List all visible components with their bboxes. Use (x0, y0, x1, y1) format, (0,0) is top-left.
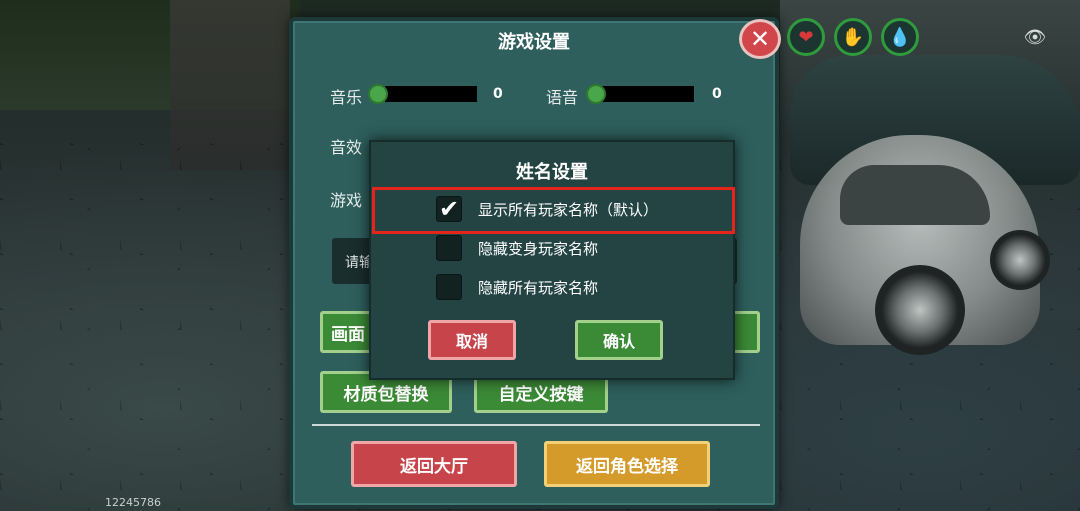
sfx-label: 音效 (330, 138, 363, 157)
voice-value: 0 (712, 86, 722, 102)
music-slider-track[interactable] (385, 86, 477, 102)
panel-divider (312, 424, 760, 426)
drop-icon[interactable]: 💧 (881, 18, 919, 56)
eye-icon[interactable]: 👁 (1022, 28, 1048, 48)
return-lobby-button[interactable]: 返回大厅 (351, 441, 517, 487)
hand-icon[interactable]: ✋ (834, 18, 872, 56)
close-button[interactable]: ✕ (739, 19, 781, 59)
car-wheel-rear (990, 230, 1050, 290)
cancel-button[interactable]: 取消 (428, 320, 516, 360)
voice-slider-track[interactable] (600, 86, 694, 102)
music-slider-knob[interactable] (368, 84, 388, 104)
option-label: 隐藏变身玩家名称 (478, 239, 599, 258)
game-screen: 12245786 ❤ ✋ 💧 👁 游戏设置 ✕ 音乐 0 语音 0 音效 游戏 … (0, 0, 1080, 511)
graphics-button-label: 画面 (331, 324, 365, 345)
game-label: 游戏 (330, 191, 363, 210)
music-value: 0 (493, 86, 503, 102)
option-hide-transformed-names[interactable]: 隐藏变身玩家名称 (436, 234, 598, 262)
player-id-counter: 12245786 (105, 496, 161, 509)
checkbox-unchecked[interactable] (436, 274, 462, 300)
modal-title: 姓名设置 (516, 162, 588, 183)
car-wheel-front (875, 265, 965, 355)
panel-title: 游戏设置 (498, 32, 570, 53)
music-label: 音乐 (330, 88, 363, 107)
heart-icon[interactable]: ❤ (787, 18, 825, 56)
option-hide-all-names[interactable]: 隐藏所有玩家名称 (436, 273, 598, 301)
return-character-select-button[interactable]: 返回角色选择 (544, 441, 710, 487)
option-label: 隐藏所有玩家名称 (478, 278, 599, 297)
voice-slider-knob[interactable] (586, 84, 606, 104)
car-window (840, 165, 990, 225)
voice-label: 语音 (546, 88, 579, 107)
checkbox-unchecked[interactable] (436, 235, 462, 261)
highlight-box (372, 187, 735, 234)
confirm-button[interactable]: 确认 (575, 320, 663, 360)
